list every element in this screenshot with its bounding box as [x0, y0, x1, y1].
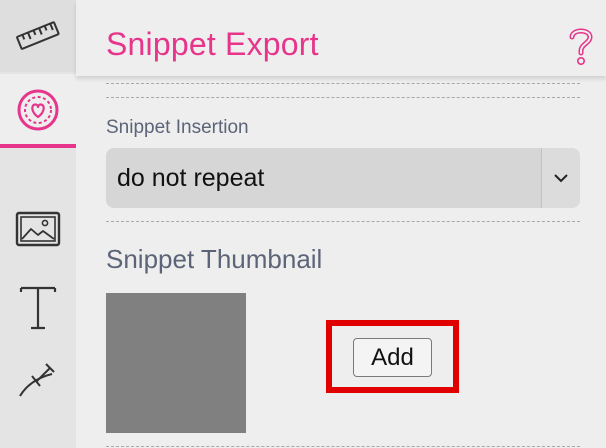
sidebar-item-text[interactable]: [0, 280, 76, 336]
sidebar-item-curve[interactable]: [0, 352, 76, 408]
ruler-icon: [16, 21, 60, 50]
sidebar-item-image[interactable]: [0, 198, 76, 260]
snippet-insertion-select[interactable]: do not repeat: [106, 148, 580, 208]
image-icon: [15, 211, 61, 247]
tool-sidebar: [0, 0, 76, 448]
page-title: Snippet Export: [106, 26, 319, 62]
sidebar-item-snippet[interactable]: [0, 74, 76, 148]
text-icon: [19, 286, 57, 330]
thumbnail-preview: [106, 293, 246, 433]
curve-tool-icon: [19, 363, 55, 397]
question-mark-icon: [569, 28, 593, 65]
panel-header: Snippet Export: [76, 0, 606, 76]
select-arrow[interactable]: [541, 148, 580, 208]
divider: [106, 221, 580, 222]
help-button[interactable]: [564, 24, 598, 68]
snippet-thumbnail-label: Snippet Thumbnail: [106, 244, 323, 274]
heart-badge-icon: [17, 89, 59, 131]
add-thumbnail-button[interactable]: Add: [353, 338, 432, 377]
divider: [106, 83, 580, 84]
divider: [106, 97, 580, 98]
sidebar-item-ruler[interactable]: [0, 0, 76, 72]
chevron-down-icon: [554, 174, 568, 183]
divider: [106, 446, 580, 447]
snippet-insertion-value: do not repeat: [117, 164, 265, 192]
snippet-insertion-label: Snippet Insertion: [106, 117, 249, 138]
